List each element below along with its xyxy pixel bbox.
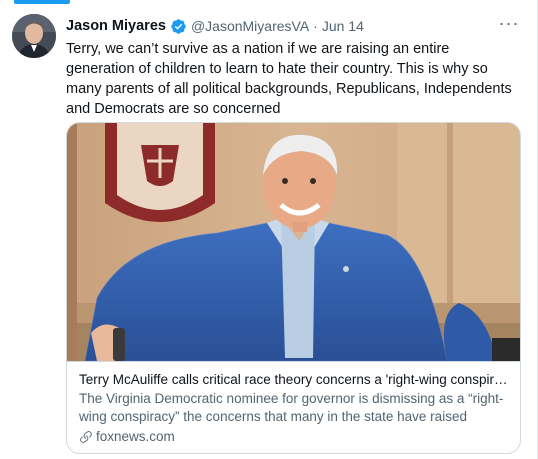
card-description: The Virginia Democratic nominee for gove… [79, 391, 504, 424]
tweet-header: Jason Miyares @JasonMiyaresVA · Jun 14 ·… [66, 13, 524, 38]
author-name[interactable]: Jason Miyares [66, 18, 166, 34]
card-domain-row: foxnews.com [79, 428, 510, 446]
card-title: Terry McAuliffe calls critical race theo… [79, 372, 510, 387]
link-icon [80, 431, 92, 443]
tweet-date[interactable]: Jun 14 [322, 18, 364, 34]
more-icon[interactable]: ··· [494, 10, 524, 36]
author-handle[interactable]: @JasonMiyaresVA [191, 18, 309, 34]
link-preview-card[interactable]: Terry McAuliffe calls critical race theo… [66, 122, 521, 454]
card-domain: foxnews.com [96, 429, 175, 444]
avatar[interactable] [12, 14, 56, 58]
separator-dot: · [313, 18, 318, 34]
card-image [67, 123, 520, 361]
tweet[interactable]: Jason Miyares @JasonMiyaresVA · Jun 14 ·… [66, 13, 524, 119]
card-meta: Terry McAuliffe calls critical race theo… [67, 361, 520, 453]
verified-badge-icon [171, 18, 186, 34]
active-tab-indicator [14, 0, 70, 4]
tweet-text: Terry, we can’t survive as a nation if w… [66, 41, 512, 117]
